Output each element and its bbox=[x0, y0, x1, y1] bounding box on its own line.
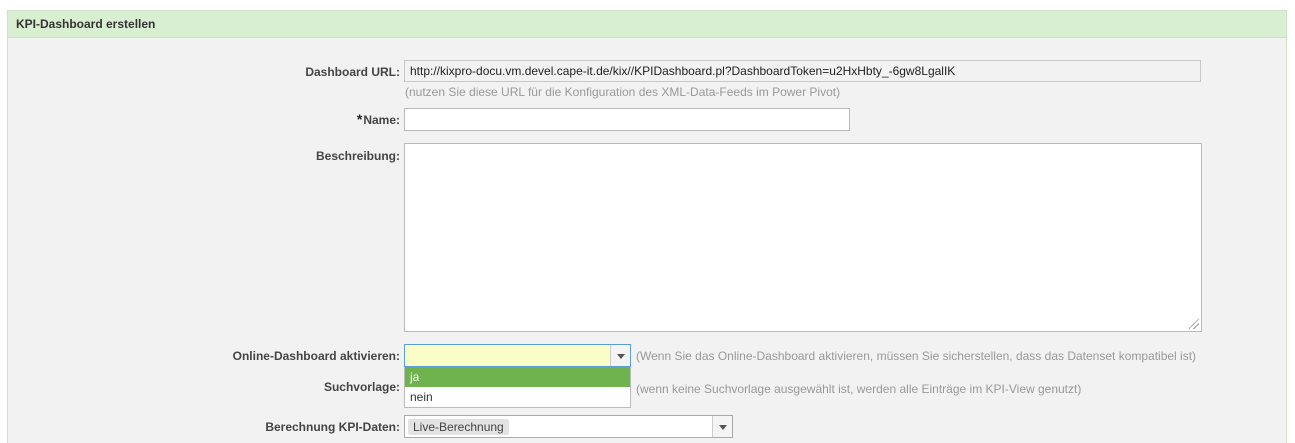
dashboard-url-field[interactable]: http://kixpro-docu.vm.devel.cape-it.de/k… bbox=[404, 60, 1201, 82]
online-dashboard-hint: (Wenn Sie das Online-Dashboard aktiviere… bbox=[636, 349, 1197, 363]
name-label-text: Name: bbox=[363, 113, 400, 127]
kpi-dashboard-panel: KPI-Dashboard erstellen Dashboard URL: h… bbox=[7, 10, 1287, 443]
kpi-calc-selected-chip: Live-Berechnung bbox=[408, 419, 509, 435]
online-dashboard-select[interactable] bbox=[404, 344, 631, 367]
kpi-calc-select[interactable]: Live-Berechnung bbox=[404, 415, 733, 438]
online-dashboard-label: Online-Dashboard aktivieren: bbox=[232, 349, 400, 363]
name-label: *Name: bbox=[357, 111, 400, 127]
description-textarea[interactable] bbox=[404, 143, 1202, 332]
chevron-down-icon[interactable] bbox=[712, 416, 732, 437]
panel-title: KPI-Dashboard erstellen bbox=[8, 11, 1286, 38]
name-input[interactable] bbox=[404, 108, 850, 131]
dashboard-url-hint: (nutzen Sie diese URL für die Konfigurat… bbox=[405, 85, 841, 99]
dashboard-url-label: Dashboard URL: bbox=[305, 65, 400, 79]
kpi-calc-label: Berechnung KPI-Daten: bbox=[265, 420, 400, 434]
required-marker: * bbox=[356, 111, 363, 127]
option-nein[interactable]: nein bbox=[405, 387, 630, 407]
online-dashboard-dropdown: ja nein bbox=[404, 367, 631, 408]
resize-grip-icon[interactable] bbox=[1189, 319, 1199, 329]
description-label: Beschreibung: bbox=[315, 149, 400, 163]
option-ja[interactable]: ja bbox=[405, 367, 630, 387]
search-template-label: Suchvorlage: bbox=[323, 380, 400, 394]
search-template-hint: (wenn keine Suchvorlage ausgewählt ist, … bbox=[636, 382, 1082, 396]
chevron-down-icon[interactable] bbox=[610, 345, 630, 366]
